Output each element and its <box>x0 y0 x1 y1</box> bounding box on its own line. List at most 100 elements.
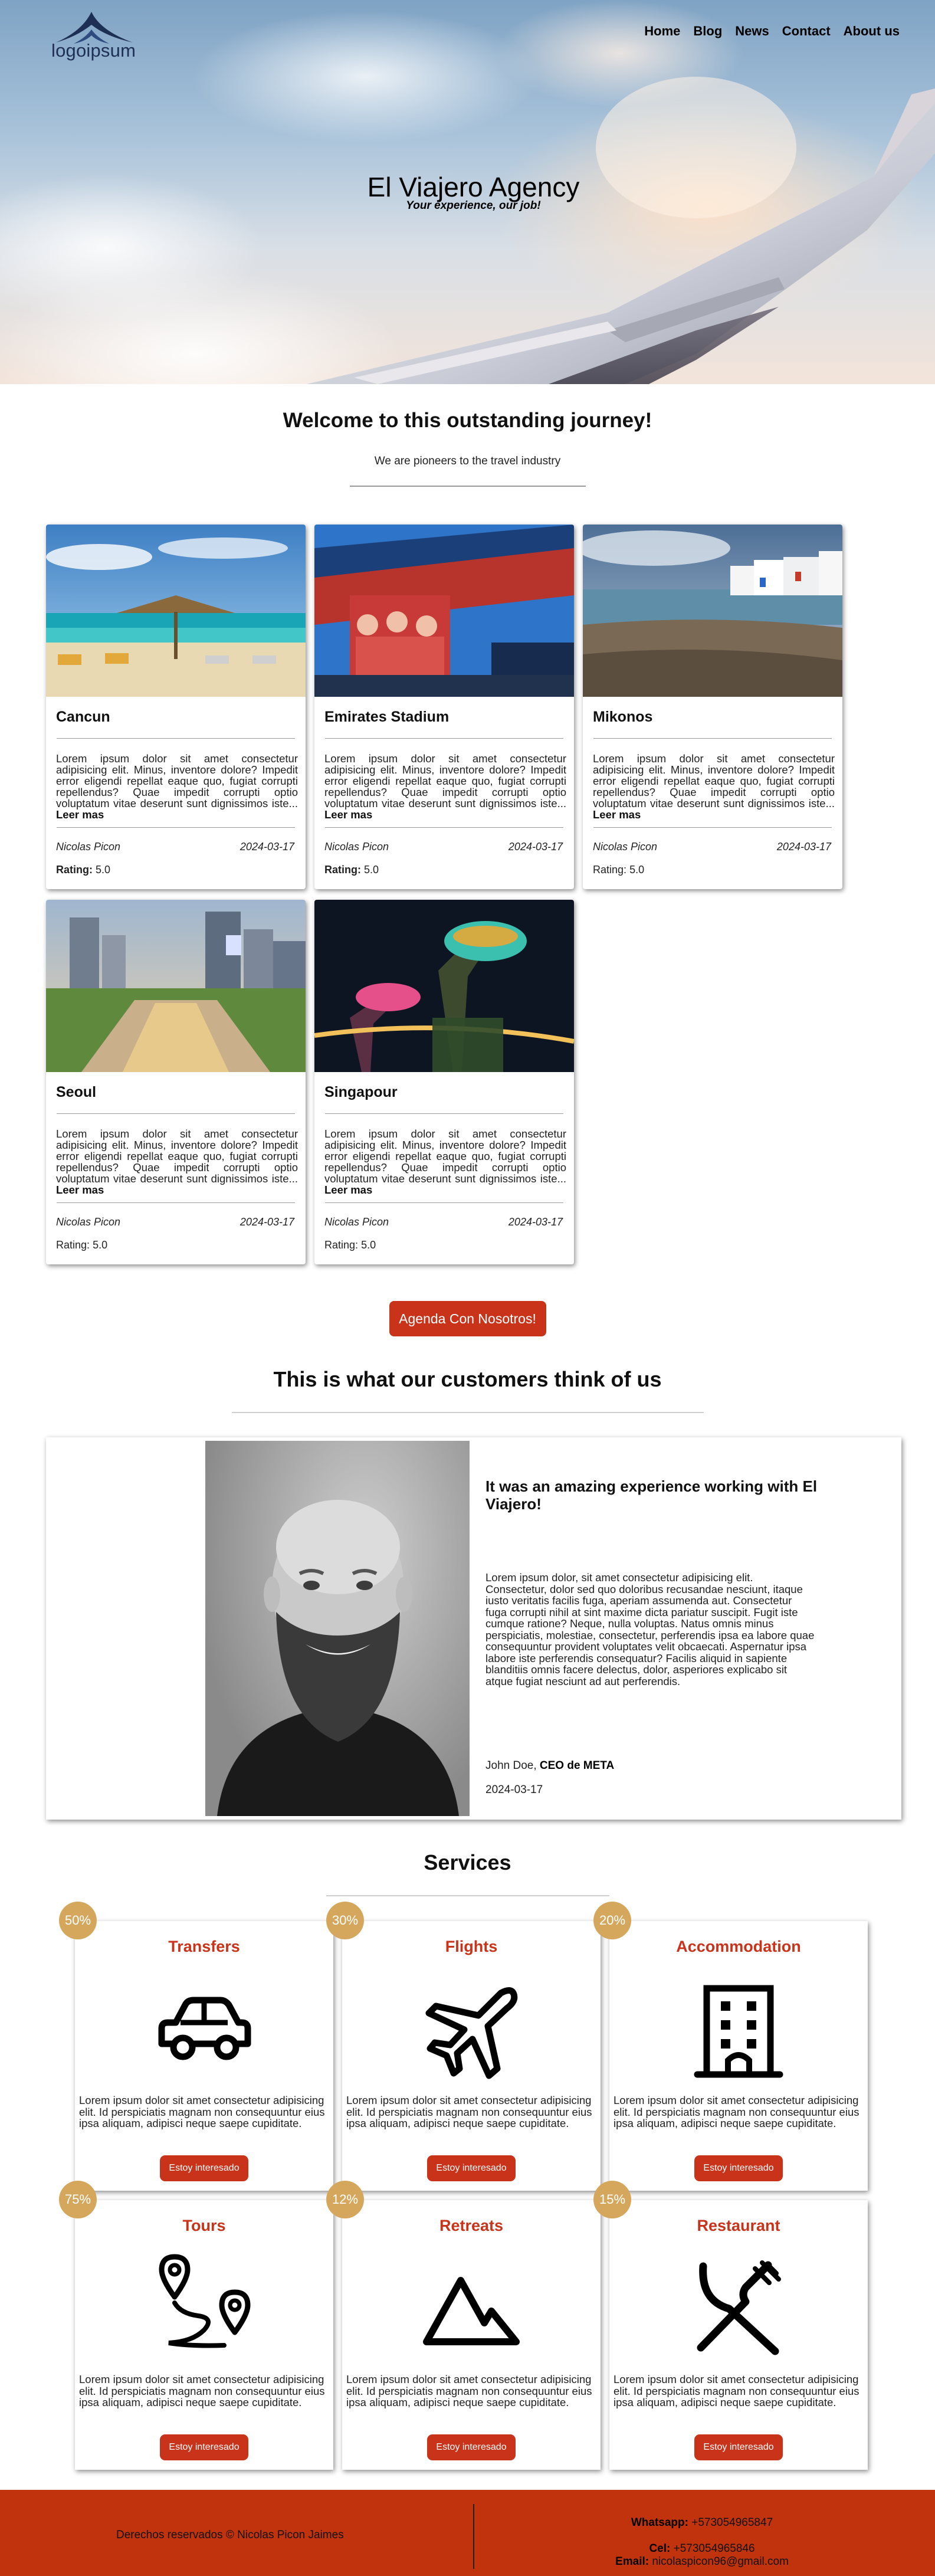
card-rating: Rating: 5.0 <box>56 864 306 876</box>
interested-button[interactable]: Estoy interesado <box>427 2434 516 2460</box>
destination-card[interactable]: Cancun Lorem ipsum dolor sit amet consec… <box>46 525 306 889</box>
read-more-link[interactable]: Leer mas <box>593 808 641 821</box>
rating-value: 5.0 <box>96 864 111 876</box>
car-icon <box>158 1997 251 2060</box>
hotel-icon <box>694 1985 783 2078</box>
discount-badge: 15% <box>593 2181 631 2218</box>
card-meta: Nicolas Picon 2024-03-17 <box>324 841 563 853</box>
read-more-link[interactable]: Leer mas <box>324 808 372 821</box>
footer-whatsapp: Whatsapp: +573054965847 <box>496 2516 908 2529</box>
card-description-text: Lorem ipsum dolor sit amet consectetur a… <box>56 1128 298 1185</box>
read-more-link[interactable]: Leer mas <box>56 808 104 821</box>
service-description: Lorem ipsum dolor sit amet consectetur a… <box>346 2094 592 2129</box>
route-pins-icon <box>159 2254 251 2348</box>
interested-button[interactable]: Estoy interesado <box>160 2155 248 2181</box>
nav-news-link[interactable]: News <box>735 24 769 39</box>
card-divider <box>57 1202 295 1203</box>
read-more-link[interactable]: Leer mas <box>324 1184 372 1196</box>
hero-title: El Viajero Agency <box>367 172 580 202</box>
hero-banner: logoipsum Home Blog News Contact About u… <box>0 0 935 384</box>
card-divider <box>57 827 295 828</box>
divider <box>326 1895 609 1896</box>
cel-number[interactable]: +573054965846 <box>674 2542 755 2555</box>
service-description: Lorem ipsum dolor sit amet consectetur a… <box>614 2094 859 2129</box>
destination-cards: Cancun Lorem ipsum dolor sit amet consec… <box>46 525 884 1264</box>
card-meta: Nicolas Picon 2024-03-17 <box>324 1216 563 1228</box>
testimonial-date: 2024-03-17 <box>485 1784 543 1796</box>
card-description: Lorem ipsum dolor sit amet consectetur a… <box>324 753 566 820</box>
card-title: Singapour <box>324 1084 398 1100</box>
card-rating: Rating: 5.0 <box>324 864 574 876</box>
service-title: Retreats <box>439 2217 504 2234</box>
logo-text[interactable]: logoipsum <box>51 40 136 61</box>
read-more-link[interactable]: Leer mas <box>56 1184 104 1196</box>
card-author: Nicolas Picon <box>324 1216 389 1228</box>
card-divider <box>325 738 563 739</box>
rating-label: Rating: <box>324 864 361 876</box>
cel-label: Cel: <box>649 2542 671 2555</box>
nav-blog-link[interactable]: Blog <box>693 24 722 39</box>
service-title: Flights <box>445 1938 498 1955</box>
emirates-stadium-image <box>314 525 574 697</box>
card-description-text: Lorem ipsum dolor sit amet consectetur a… <box>56 752 298 809</box>
destination-card[interactable]: Mikonos Lorem ipsum dolor sit amet conse… <box>583 525 842 889</box>
card-description-text: Lorem ipsum dolor sit amet consectetur a… <box>593 752 835 809</box>
rating-value: 5.0 <box>93 1239 108 1251</box>
rating-value: 5.0 <box>361 1239 376 1251</box>
whatsapp-number[interactable]: +573054965847 <box>691 2516 773 2529</box>
service-card: 75% Tours Lorem ipsum dolor sit amet con… <box>59 2181 333 2470</box>
welcome-title: Welcome to this outstanding journey! <box>283 409 652 432</box>
destination-card[interactable]: Emirates Stadium Lorem ipsum dolor sit a… <box>314 525 574 889</box>
card-date: 2024-03-17 <box>508 841 563 853</box>
card-meta: Nicolas Picon 2024-03-17 <box>56 841 294 853</box>
card-description-text: Lorem ipsum dolor sit amet consectetur a… <box>324 1128 566 1185</box>
service-description: Lorem ipsum dolor sit amet consectetur a… <box>79 2373 325 2408</box>
welcome-section: Welcome to this outstanding journey! We … <box>0 409 935 487</box>
service-title: Transfers <box>168 1938 240 1955</box>
card-divider <box>325 827 563 828</box>
airplane-icon <box>425 1987 518 2079</box>
card-divider <box>593 738 832 739</box>
email-address[interactable]: nicolaspicon96@gmail.com <box>652 2555 789 2568</box>
card-rating: Rating: 5.0 <box>56 1239 306 1251</box>
testimonial-heading: It was an amazing experience working wit… <box>485 1477 818 1513</box>
interested-button[interactable]: Estoy interesado <box>694 2155 783 2181</box>
card-description: Lorem ipsum dolor sit amet consectetur a… <box>56 753 298 820</box>
nav-about-link[interactable]: About us <box>844 24 900 39</box>
interested-button[interactable]: Estoy interesado <box>694 2434 783 2460</box>
interested-button[interactable]: Estoy interesado <box>427 2155 516 2181</box>
book-now-button[interactable]: Agenda Con Nosotros! <box>389 1301 546 1336</box>
main-nav: Home Blog News Contact About us <box>644 24 900 39</box>
discount-badge: 12% <box>326 2181 364 2218</box>
discount-badge: 30% <box>326 1902 364 1939</box>
destination-card[interactable]: Seoul Lorem ipsum dolor sit amet consect… <box>46 900 306 1264</box>
nav-contact-link[interactable]: Contact <box>782 24 831 39</box>
testimonial-text: Lorem ipsum dolor, sit amet consectetur … <box>485 1571 815 1687</box>
interested-button[interactable]: Estoy interesado <box>160 2434 248 2460</box>
singapore-gardens-image <box>314 900 574 1072</box>
card-date: 2024-03-17 <box>776 841 831 853</box>
card-author: Nicolas Picon <box>593 841 658 853</box>
service-description: Lorem ipsum dolor sit amet consectetur a… <box>614 2373 859 2408</box>
card-divider <box>57 1113 295 1114</box>
card-date: 2024-03-17 <box>240 1216 294 1228</box>
card-title: Emirates Stadium <box>324 709 450 725</box>
mountain-icon <box>423 2277 520 2345</box>
email-label: Email: <box>615 2555 649 2568</box>
card-title: Cancun <box>56 709 110 725</box>
footer-divider <box>473 2504 474 2569</box>
service-card: 15% Restaurant Lorem ipsum dolor sit ame… <box>593 2181 868 2470</box>
card-divider <box>325 1113 563 1114</box>
service-title: Tours <box>182 2217 226 2234</box>
card-meta: Nicolas Picon 2024-03-17 <box>593 841 831 853</box>
nav-home-link[interactable]: Home <box>644 24 680 39</box>
service-card: 30% Flights Lorem ipsum dolor sit amet c… <box>326 1902 601 2191</box>
divider <box>231 1412 704 1413</box>
author-role: CEO de META <box>539 1759 615 1772</box>
card-title: Seoul <box>56 1084 97 1100</box>
card-description: Lorem ipsum dolor sit amet consectetur a… <box>593 753 835 820</box>
card-description-text: Lorem ipsum dolor sit amet consectetur a… <box>324 752 566 809</box>
card-author: Nicolas Picon <box>324 841 389 853</box>
destination-card[interactable]: Singapour Lorem ipsum dolor sit amet con… <box>314 900 574 1264</box>
rating-value: 5.0 <box>364 864 379 876</box>
